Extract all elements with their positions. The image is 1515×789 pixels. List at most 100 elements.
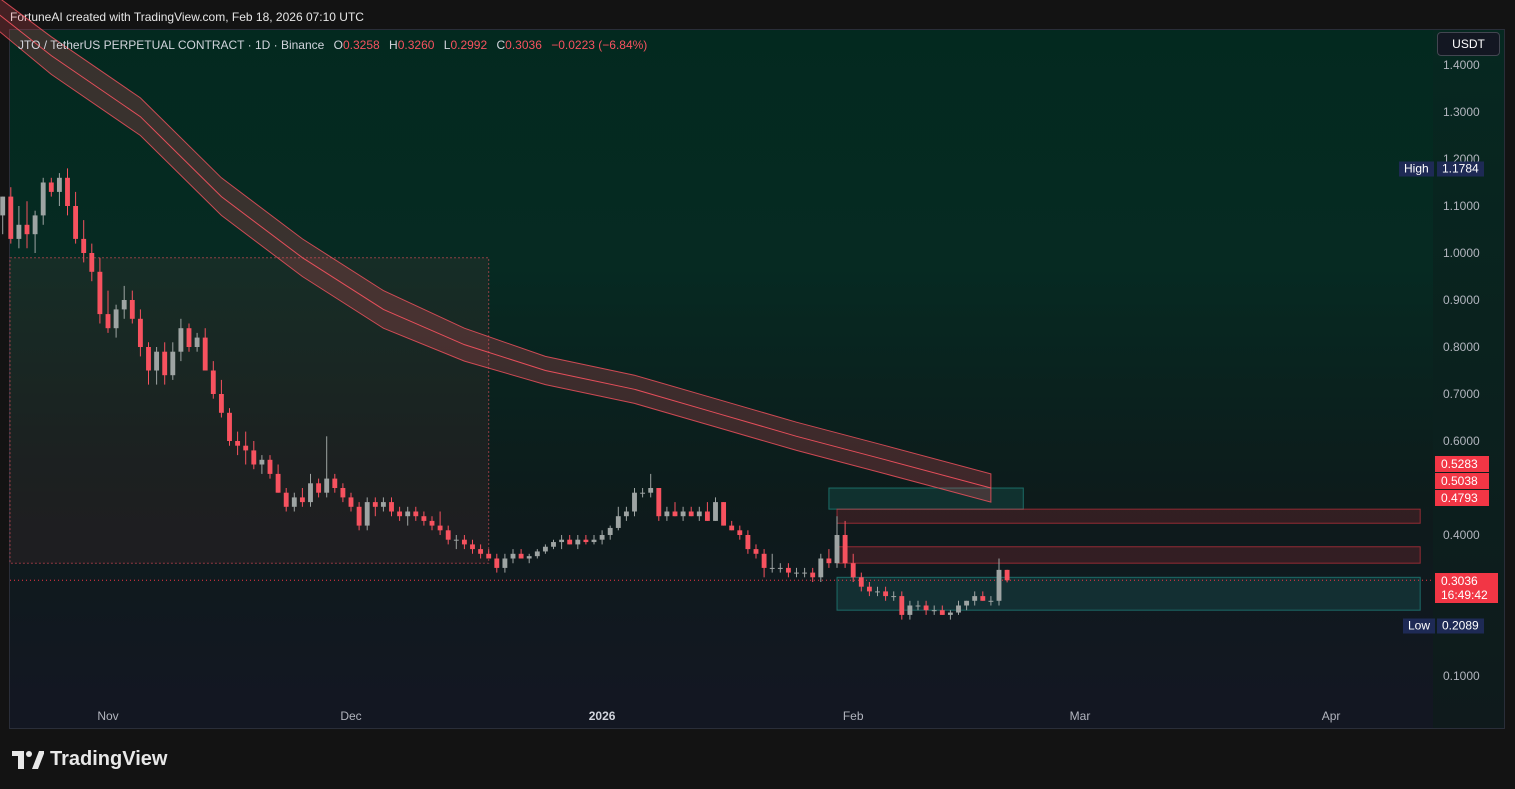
candle-body	[672, 511, 678, 517]
candle-body	[988, 600, 994, 602]
candle-body	[567, 539, 573, 545]
y-tick-label: 1.0000	[1443, 246, 1480, 260]
symbol-title[interactable]: JTO / TetherUS PERPETUAL CONTRACT · 1D ·…	[18, 38, 324, 52]
candle-body	[907, 605, 913, 615]
candle-body	[939, 610, 945, 615]
candle-body	[129, 300, 135, 319]
candle-body	[453, 539, 459, 541]
candle-body	[218, 394, 224, 413]
candle-body	[542, 546, 548, 552]
candle-body	[656, 488, 662, 517]
candle-body	[470, 544, 475, 550]
candle-body	[753, 549, 759, 554]
candle-body	[664, 511, 670, 517]
y-tick-label: 0.7000	[1443, 387, 1480, 401]
x-tick-label: Mar	[1069, 709, 1091, 723]
candle-body	[65, 177, 70, 206]
tradingview-logo[interactable]: TradingView	[12, 748, 167, 771]
candle-body	[785, 567, 791, 573]
low-marker-value: 0.2089	[1437, 618, 1484, 634]
candle-body	[308, 483, 313, 503]
y-tick-label: 1.1000	[1443, 199, 1480, 213]
candle-body	[291, 497, 297, 507]
candle-body	[178, 328, 184, 352]
candle-body	[24, 224, 30, 235]
candle-body	[810, 572, 816, 578]
candle-body	[413, 511, 419, 517]
candle-body	[850, 563, 856, 578]
candle-body	[340, 488, 346, 498]
candle-body	[194, 337, 200, 347]
x-tick-label: 2026	[588, 709, 616, 723]
candle-body	[121, 300, 127, 310]
candlestick-chart[interactable]	[0, 0, 1515, 789]
candle-body	[389, 502, 394, 512]
candle-body	[737, 530, 743, 535]
candle-body	[680, 511, 686, 517]
candle-body	[510, 553, 516, 559]
candle-body	[348, 497, 354, 507]
zone-4	[836, 576, 1421, 611]
candle-body	[332, 478, 338, 488]
y-tick-label: 1.4000	[1443, 58, 1480, 72]
y-tick-label: 1.3000	[1443, 105, 1480, 119]
close-value: 0.3036	[505, 38, 542, 52]
candle-body	[980, 596, 986, 601]
candle-body	[186, 328, 192, 347]
tradingview-logo-icon	[12, 750, 44, 769]
y-tick-label: 0.6000	[1443, 434, 1480, 448]
zone-0	[9, 257, 490, 564]
candle-body	[632, 492, 637, 512]
candle-body	[48, 182, 54, 192]
candle-body	[16, 224, 22, 239]
x-tick-label: Feb	[842, 709, 864, 723]
candle-body	[526, 556, 532, 559]
candle-body	[267, 459, 273, 474]
candle-body	[429, 520, 435, 526]
candle-body	[802, 572, 808, 574]
candle-body	[559, 539, 565, 543]
candle-body	[858, 577, 864, 587]
candle-body	[243, 445, 249, 451]
candle-body	[947, 612, 953, 615]
candle-body	[956, 605, 961, 613]
high-marker-label: High	[1399, 161, 1434, 177]
close-label: C	[496, 38, 506, 52]
price-tag-middle: 0.5038	[1435, 473, 1489, 489]
candle-body	[834, 535, 840, 564]
candle-body	[1004, 569, 1010, 581]
candle-body	[648, 488, 654, 493]
candle-body	[162, 351, 168, 376]
candle-body	[275, 473, 281, 493]
candle-body	[640, 492, 646, 494]
candle-body	[502, 558, 508, 568]
candle-body	[356, 506, 362, 526]
low-marker-label: Low	[1403, 618, 1436, 634]
candle-body	[794, 572, 799, 574]
candle-body	[721, 502, 727, 526]
candle-body	[486, 553, 492, 559]
candle-body	[137, 318, 143, 347]
candle-body	[210, 370, 216, 394]
candle-body	[437, 525, 443, 531]
candle-body	[202, 337, 208, 371]
candle-body	[283, 492, 289, 507]
candle-body	[364, 502, 370, 526]
candle-body	[316, 483, 322, 493]
price-tag-upper: 0.5283	[1435, 456, 1489, 472]
candle-body	[964, 600, 970, 606]
candle-body	[623, 511, 629, 517]
candle-countdown: 16:49:42	[1441, 588, 1488, 602]
zone-3	[836, 546, 1421, 564]
candle-body	[899, 596, 905, 615]
brand-name: TradingView	[50, 748, 168, 770]
candle-body	[599, 535, 605, 540]
low-value: 0.2992	[450, 38, 488, 52]
candle-body	[883, 591, 889, 597]
candle-body	[299, 497, 305, 503]
open-label: O	[333, 38, 343, 52]
candle-body	[405, 511, 411, 517]
candle-body	[583, 539, 589, 543]
candle-body	[146, 347, 151, 371]
currency-button[interactable]: USDT	[1437, 32, 1500, 56]
